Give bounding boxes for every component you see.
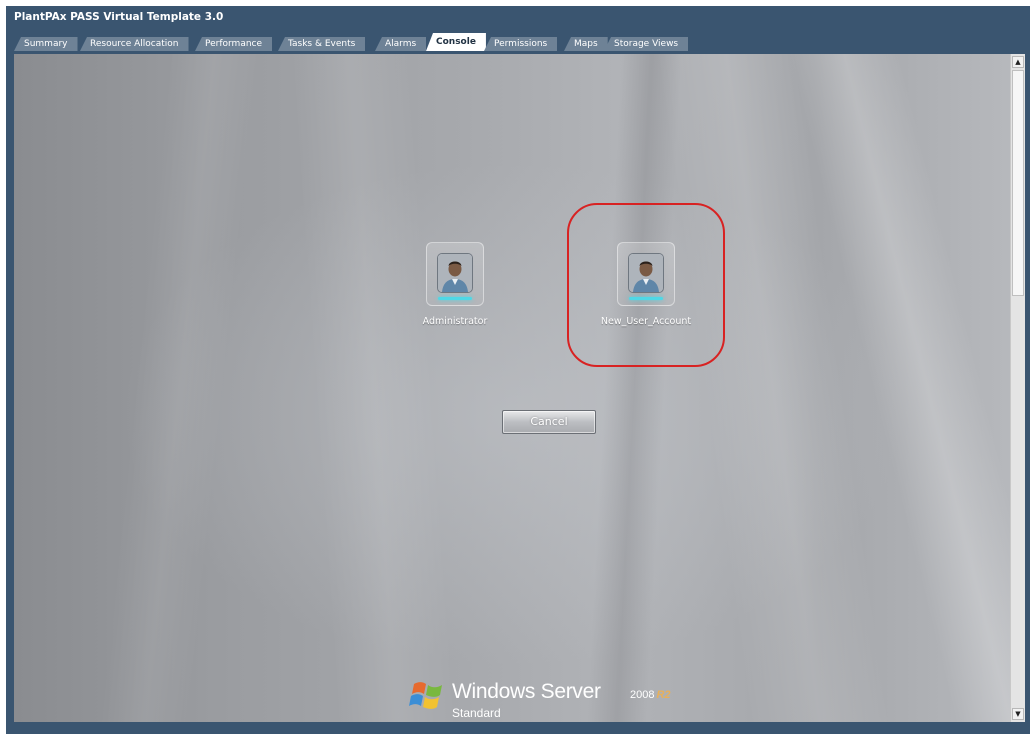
tab-console[interactable]: Console <box>426 33 486 51</box>
highlight-circle <box>567 203 725 367</box>
background-streak <box>584 54 684 722</box>
scroll-thumb[interactable] <box>1012 70 1024 296</box>
background-streak <box>650 54 898 722</box>
scroll-down-button[interactable]: ▼ <box>1012 708 1024 720</box>
avatar-frame <box>426 242 484 306</box>
user-avatar-icon <box>437 253 473 293</box>
user-name-administrator: Administrator <box>422 316 488 327</box>
console-screen[interactable]: Administrator New_User_Account Cancel Wi… <box>14 54 1018 722</box>
windows-server-branding: Windows Server 2008 R2 Standard <box>406 674 726 722</box>
background-streak <box>94 54 264 722</box>
vsphere-window: PlantPAx PASS Virtual Template 3.0 Summa… <box>6 6 1030 734</box>
avatar-glow <box>438 297 472 300</box>
user-tile-administrator[interactable]: Administrator <box>400 242 510 327</box>
tab-summary[interactable]: Summary <box>14 37 78 51</box>
cancel-button[interactable]: Cancel <box>502 410 596 434</box>
vertical-scrollbar[interactable]: ▲ ▼ <box>1010 54 1025 722</box>
scroll-up-button[interactable]: ▲ <box>1012 56 1024 68</box>
windows-flag-icon <box>406 676 448 716</box>
tab-alarms[interactable]: Alarms <box>375 37 427 51</box>
background-streak <box>287 54 461 722</box>
background-streak <box>779 54 1018 722</box>
brand-name: Windows Server <box>452 680 601 703</box>
tab-storage-views[interactable]: Storage Views <box>604 37 689 51</box>
tab-performance[interactable]: Performance <box>195 37 273 51</box>
tab-maps[interactable]: Maps <box>564 37 608 51</box>
brand-release: R2 <box>656 689 671 701</box>
tab-tasks-events[interactable]: Tasks & Events <box>278 37 366 51</box>
tab-resource-allocation[interactable]: Resource Allocation <box>80 37 189 51</box>
brand-edition: Standard <box>452 706 501 720</box>
window-title: PlantPAx PASS Virtual Template 3.0 <box>14 11 224 23</box>
brand-version-number: 2008 <box>630 689 655 701</box>
brand-version: 2008 R2 <box>630 689 671 701</box>
tab-permissions[interactable]: Permissions <box>484 37 558 51</box>
